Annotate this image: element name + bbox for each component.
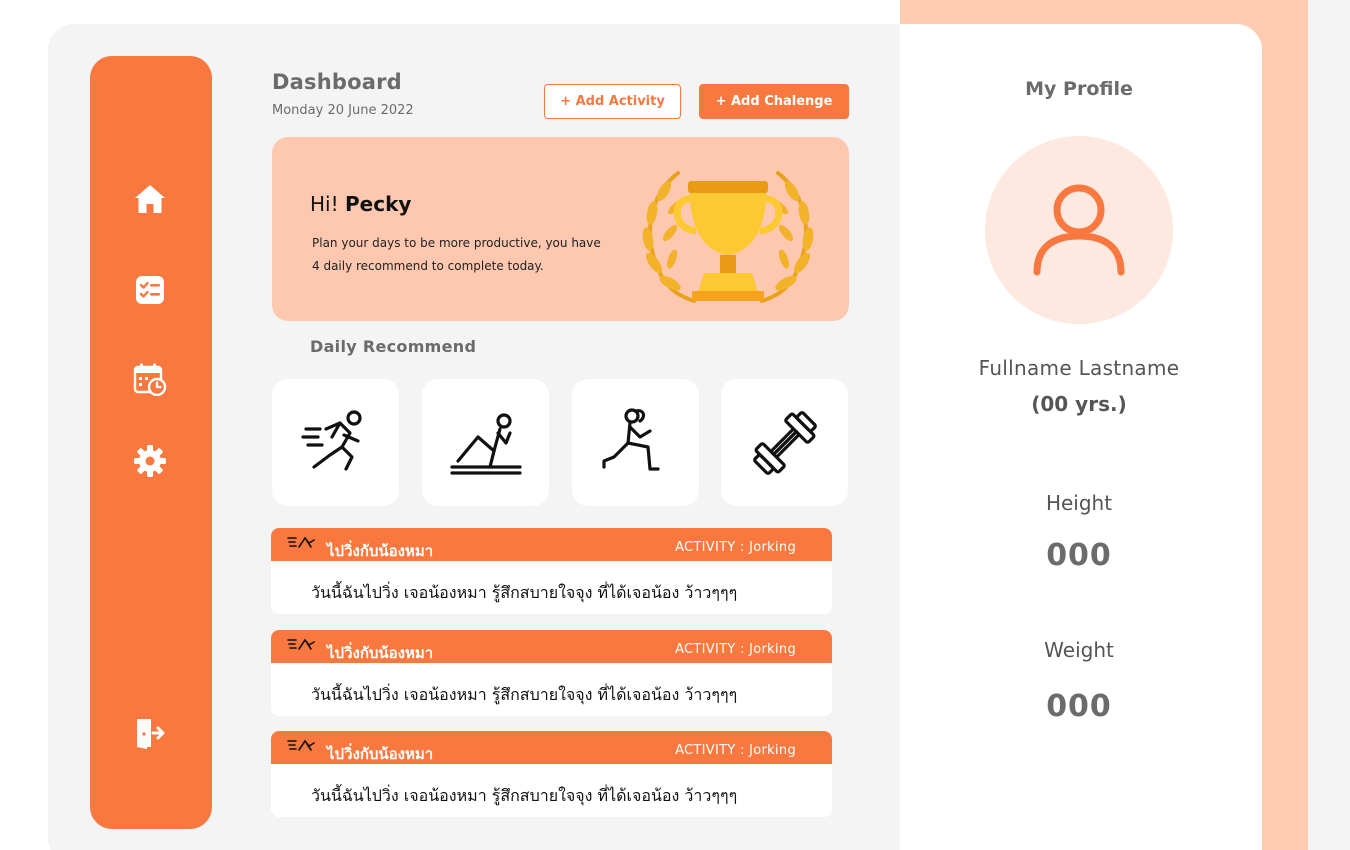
section-title-daily-recommend: Daily Recommend — [310, 337, 477, 356]
user-name: Pecky — [344, 192, 412, 216]
sidebar — [90, 56, 212, 829]
page-date: Monday 20 June 2022 — [272, 103, 414, 118]
add-challenge-button[interactable]: + Add Chalenge — [699, 84, 849, 119]
calendar-clock-icon[interactable] — [133, 362, 167, 396]
weight-label: Weight — [1044, 638, 1114, 662]
add-activity-button[interactable]: + Add Activity — [544, 84, 681, 119]
checklist-icon[interactable] — [133, 273, 167, 307]
banner-line-2: 4 daily recommend to complete today. — [312, 259, 544, 273]
running-logo-icon — [287, 739, 315, 751]
height-label: Height — [1045, 491, 1113, 515]
avatar[interactable] — [985, 136, 1173, 324]
activity-type: ACTIVITY : Jorking — [675, 743, 796, 758]
activity-card[interactable]: ไปวิ่งกับน้องหมา ACTIVITY : Jorking วันน… — [271, 528, 832, 614]
activity-title: ไปวิ่งกับน้องหมา — [327, 542, 434, 560]
activity-title: ไปวิ่งกับน้องหมา — [327, 745, 434, 763]
page-title: Dashboard — [272, 70, 402, 94]
profile-age: (00 yrs.) — [1031, 392, 1127, 416]
activity-card[interactable]: ไปวิ่งกับน้องหมา ACTIVITY : Jorking วันน… — [271, 731, 832, 817]
profile-title: My Profile — [1025, 78, 1133, 100]
weight-value: 000 — [1046, 689, 1112, 724]
profile-fullname: Fullname Lastname — [978, 356, 1180, 380]
gear-icon[interactable] — [133, 444, 167, 478]
user-icon — [1033, 184, 1125, 276]
greeting-text: Hi! — [310, 192, 339, 216]
recommend-card-situp[interactable] — [422, 379, 549, 506]
greeting: Hi! Pecky — [310, 192, 411, 216]
activity-type: ACTIVITY : Jorking — [675, 540, 796, 555]
situp-icon — [450, 413, 522, 475]
running-icon — [301, 410, 362, 471]
banner-line-1: Plan your days to be more productive, yo… — [312, 236, 601, 250]
activity-card-header: ไปวิ่งกับน้องหมา ACTIVITY : Jorking — [271, 630, 832, 663]
home-icon[interactable] — [133, 182, 167, 216]
activity-card-header: ไปวิ่งกับน้องหมา ACTIVITY : Jorking — [271, 528, 832, 561]
activity-card[interactable]: ไปวิ่งกับน้องหมา ACTIVITY : Jorking วันน… — [271, 630, 832, 716]
welcome-banner: Hi! Pecky Plan your days to be more prod… — [272, 137, 849, 321]
activity-title: ไปวิ่งกับน้องหมา — [327, 644, 434, 662]
activity-description: วันนี้ฉันไปวิ่ง เจอน้องหมา รู้สึกสบายใจจ… — [311, 583, 738, 602]
recommend-card-lunge[interactable] — [572, 379, 699, 506]
lunge-icon — [602, 408, 660, 471]
activity-card-header: ไปวิ่งกับน้องหมา ACTIVITY : Jorking — [271, 731, 832, 764]
trophy-icon — [642, 171, 814, 303]
running-logo-icon — [287, 638, 315, 650]
dumbbell-icon — [753, 411, 817, 475]
activity-type: ACTIVITY : Jorking — [675, 642, 796, 657]
running-logo-icon — [287, 536, 315, 548]
activity-description: วันนี้ฉันไปวิ่ง เจอน้องหมา รู้สึกสบายใจจ… — [311, 786, 738, 805]
activity-description: วันนี้ฉันไปวิ่ง เจอน้องหมา รู้สึกสบายใจจ… — [311, 685, 738, 704]
recommend-card-dumbbell[interactable] — [721, 379, 848, 506]
height-value: 000 — [1046, 538, 1112, 573]
background-strip — [1308, 0, 1350, 850]
recommend-card-running[interactable] — [272, 379, 399, 506]
logout-icon[interactable] — [133, 716, 167, 750]
banner-message: Plan your days to be more productive, yo… — [312, 232, 612, 278]
